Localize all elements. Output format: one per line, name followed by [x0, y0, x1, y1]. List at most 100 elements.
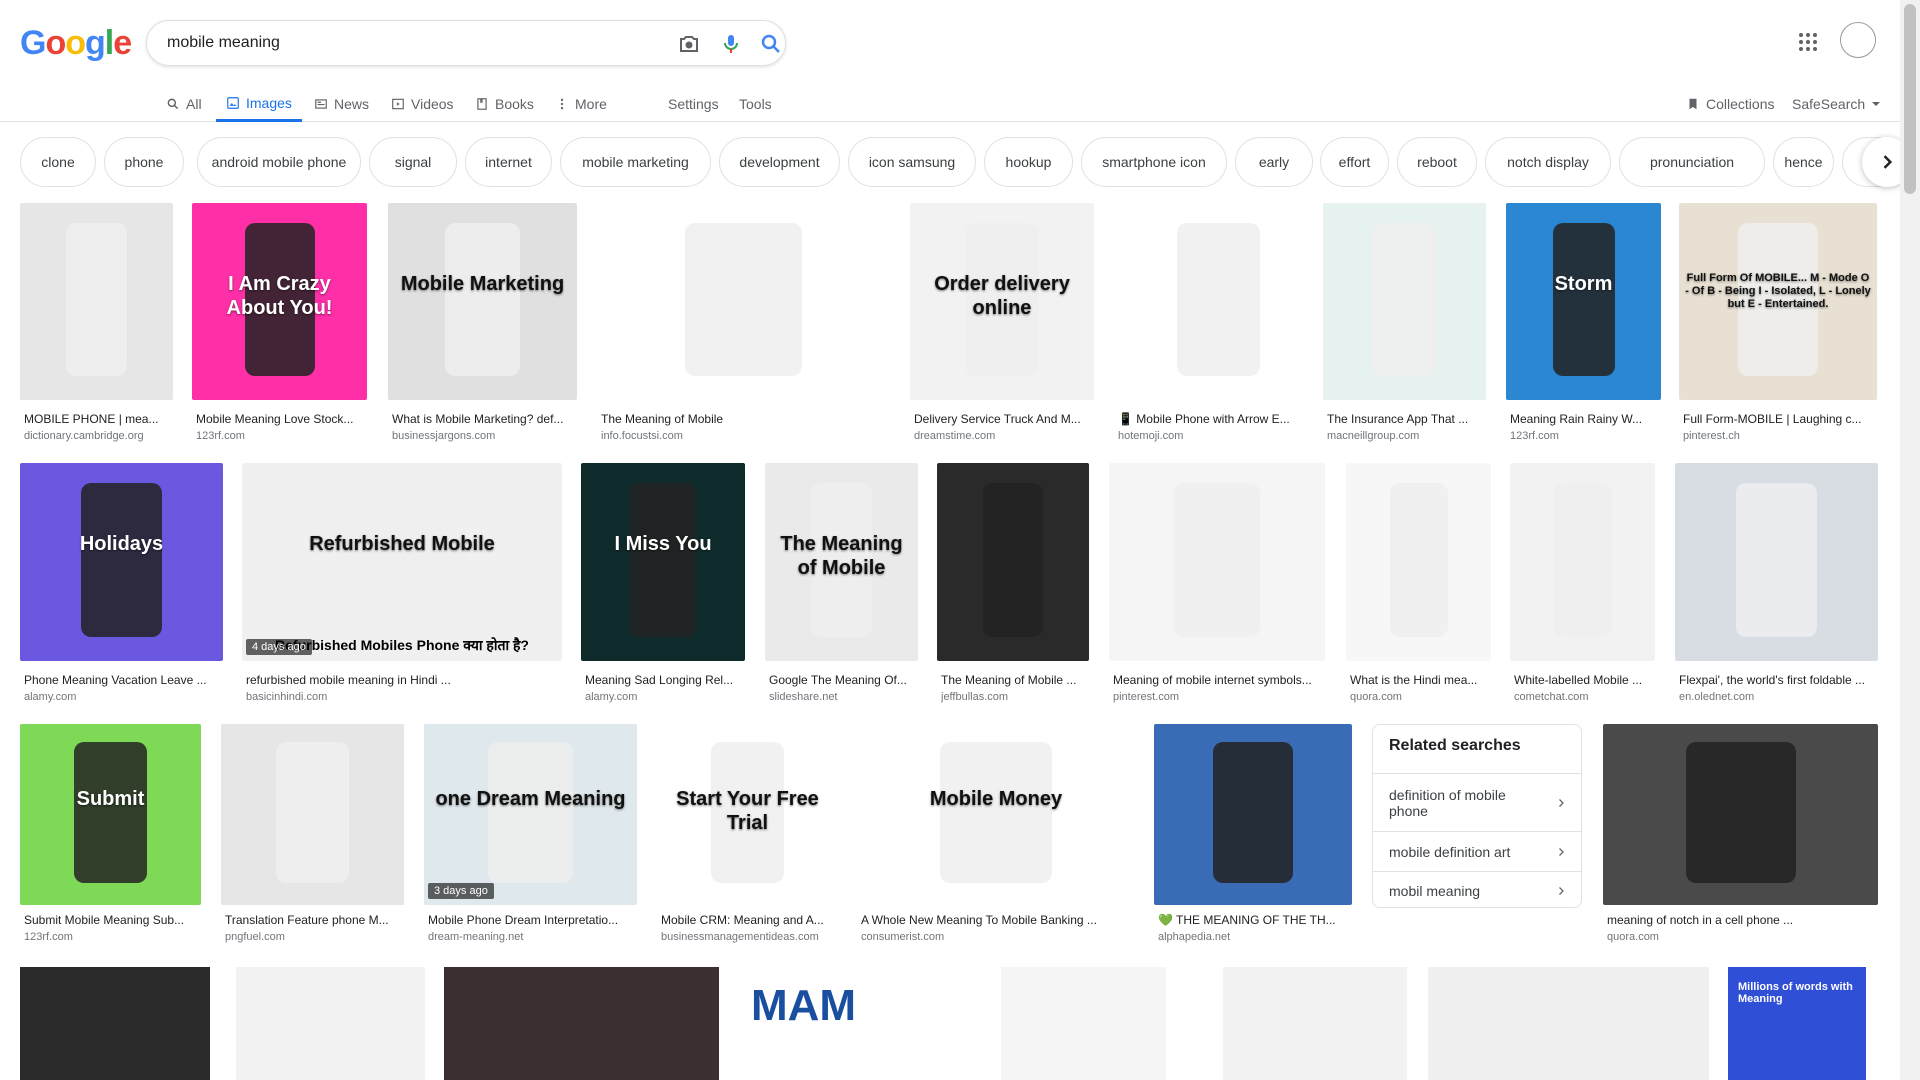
result-source[interactable]: info.focustsi.com: [601, 430, 886, 442]
result-thumbnail[interactable]: Order delivery online: [910, 203, 1094, 400]
image-result[interactable]: 💚 THE MEANING OF THE TH... alphapedia.net: [1154, 724, 1352, 947]
result-thumbnail[interactable]: [20, 203, 173, 400]
result-caption[interactable]: Meaning Sad Longing Rel...: [585, 673, 741, 687]
image-result[interactable]: MAM: [741, 967, 981, 1080]
result-caption[interactable]: Delivery Service Truck And M...: [914, 412, 1090, 426]
result-thumbnail[interactable]: [597, 203, 890, 400]
tab-videos[interactable]: Videos: [391, 86, 454, 122]
result-source[interactable]: alphapedia.net: [1158, 931, 1348, 943]
tab-news[interactable]: News: [314, 86, 369, 122]
result-thumbnail[interactable]: [1114, 203, 1323, 400]
image-result[interactable]: Mobile Money A Whole New Meaning To Mobil…: [857, 724, 1135, 947]
image-result[interactable]: I Am Crazy About You! Mobile Meaning Love…: [192, 203, 367, 446]
suggestion-chip[interactable]: icon samsung: [848, 137, 976, 187]
suggestion-chip[interactable]: mobile marketing: [560, 137, 711, 187]
result-caption[interactable]: Phone Meaning Vacation Leave ...: [24, 673, 219, 687]
result-thumbnail[interactable]: [1109, 463, 1325, 661]
settings-link[interactable]: Settings: [668, 86, 719, 122]
tools-link[interactable]: Tools: [739, 86, 772, 122]
image-result[interactable]: Refurbished Mobile Refurbished Mobiles Ph…: [242, 463, 562, 707]
image-result[interactable]: Flexpai', the world's first foldable ...…: [1675, 463, 1878, 707]
result-thumbnail[interactable]: Refurbished Mobile Refurbished Mobiles Ph…: [242, 463, 562, 661]
suggestion-chip[interactable]: effort: [1320, 137, 1389, 187]
tab-books[interactable]: Books: [475, 86, 534, 122]
image-result[interactable]: Submit Submit Mobile Meaning Sub... 123rf.…: [20, 724, 201, 947]
result-caption[interactable]: What is the Hindi mea...: [1350, 673, 1487, 687]
result-thumbnail[interactable]: Submit: [20, 724, 201, 905]
image-result[interactable]: Holidays Phone Meaning Vacation Leave ...…: [20, 463, 223, 707]
google-logo[interactable]: Google: [20, 24, 132, 63]
tab-images[interactable]: Images: [216, 86, 302, 122]
result-caption[interactable]: 💚 THE MEANING OF THE TH...: [1158, 913, 1348, 927]
image-result[interactable]: [1428, 967, 1709, 1080]
result-thumbnail[interactable]: [937, 463, 1089, 661]
result-source[interactable]: hotemoji.com: [1118, 430, 1319, 442]
image-result[interactable]: [236, 967, 425, 1080]
suggestion-chip[interactable]: early: [1235, 137, 1313, 187]
result-caption[interactable]: Meaning Rain Rainy W...: [1510, 412, 1657, 426]
result-caption[interactable]: Google The Meaning Of...: [769, 673, 914, 687]
result-thumbnail[interactable]: [1510, 463, 1655, 661]
result-source[interactable]: dreamstime.com: [914, 430, 1090, 442]
result-thumbnail[interactable]: [1323, 203, 1486, 400]
result-thumbnail[interactable]: I Am Crazy About You!: [192, 203, 367, 400]
suggestion-chip[interactable]: pronunciation: [1619, 137, 1765, 187]
result-source[interactable]: alamy.com: [585, 691, 741, 703]
image-result[interactable]: [20, 967, 210, 1080]
result-caption[interactable]: Mobile Phone Dream Interpretatio...: [428, 913, 633, 927]
result-source[interactable]: quora.com: [1350, 691, 1487, 703]
search-box[interactable]: [146, 20, 786, 66]
result-source[interactable]: 123rf.com: [196, 430, 363, 442]
scrollbar-thumb[interactable]: [1904, 4, 1916, 194]
suggestion-chip[interactable]: notch display: [1485, 137, 1611, 187]
search-input[interactable]: [167, 32, 667, 54]
result-source[interactable]: jeffbullas.com: [941, 691, 1085, 703]
result-source[interactable]: alamy.com: [24, 691, 219, 703]
image-result[interactable]: 📱 Mobile Phone with Arrow E... hotemoji.c…: [1114, 203, 1323, 446]
apps-grid-icon[interactable]: [1796, 30, 1820, 54]
result-source[interactable]: 123rf.com: [1510, 430, 1657, 442]
image-result[interactable]: The Insurance App That ... macneillgroup.…: [1323, 203, 1486, 446]
result-thumbnail[interactable]: The Meaning of Mobile: [765, 463, 918, 661]
result-caption[interactable]: Flexpai', the world's first foldable ...: [1679, 673, 1874, 687]
result-thumbnail[interactable]: [1675, 463, 1878, 661]
suggestion-chip[interactable]: internet: [465, 137, 552, 187]
result-caption[interactable]: The Meaning of Mobile ...: [941, 673, 1085, 687]
result-caption[interactable]: What is Mobile Marketing? def...: [392, 412, 573, 426]
image-result[interactable]: What is the Hindi mea... quora.com: [1346, 463, 1491, 707]
image-result[interactable]: Translation Feature phone M... pngfuel.co…: [221, 724, 404, 947]
result-caption[interactable]: refurbished mobile meaning in Hindi ...: [246, 673, 558, 687]
tab-more[interactable]: More: [555, 86, 607, 122]
image-result[interactable]: The Meaning of Mobile info.focustsi.com: [597, 203, 890, 446]
image-result[interactable]: The Meaning of Mobile ... jeffbullas.com: [937, 463, 1089, 707]
image-result[interactable]: one Dream Meaning 3 days ago Mobile Phone …: [424, 724, 637, 947]
camera-icon[interactable]: [677, 32, 701, 56]
scrollbar[interactable]: [1900, 0, 1920, 1080]
result-caption[interactable]: meaning of notch in a cell phone ...: [1607, 913, 1874, 927]
result-caption[interactable]: 📱 Mobile Phone with Arrow E...: [1118, 412, 1319, 426]
result-source[interactable]: cometchat.com: [1514, 691, 1651, 703]
result-thumbnail[interactable]: Mobile Marketing: [388, 203, 577, 400]
tab-all[interactable]: All: [166, 86, 202, 122]
related-item[interactable]: definition of mobile phone: [1373, 773, 1581, 831]
image-result[interactable]: MOBILE PHONE | mea... dictionary.cambridg…: [20, 203, 173, 446]
result-thumbnail[interactable]: Holidays: [20, 463, 223, 661]
result-thumbnail[interactable]: Full Form Of MOBILE... M - Mode O - Of B…: [1679, 203, 1877, 400]
result-thumbnail[interactable]: Storm: [1506, 203, 1661, 400]
result-source[interactable]: quora.com: [1607, 931, 1874, 943]
result-caption[interactable]: White-labelled Mobile ...: [1514, 673, 1651, 687]
search-icon[interactable]: [759, 32, 783, 56]
result-caption[interactable]: The Insurance App That ...: [1327, 412, 1482, 426]
result-thumbnail[interactable]: one Dream Meaning 3 days ago: [424, 724, 637, 905]
result-caption[interactable]: Full Form-MOBILE | Laughing c...: [1683, 412, 1873, 426]
result-source[interactable]: consumerist.com: [861, 931, 1131, 943]
result-source[interactable]: pinterest.com: [1113, 691, 1321, 703]
result-source[interactable]: dictionary.cambridge.org: [24, 430, 169, 442]
result-source[interactable]: macneillgroup.com: [1327, 430, 1482, 442]
result-thumbnail[interactable]: Mobile Money: [857, 724, 1135, 905]
result-caption[interactable]: Meaning of mobile internet symbols...: [1113, 673, 1321, 687]
suggestion-chip[interactable]: hookup: [984, 137, 1073, 187]
suggestion-chip[interactable]: hence: [1773, 137, 1834, 187]
suggestion-chip[interactable]: phone: [104, 137, 184, 187]
collections-link[interactable]: Collections: [1686, 86, 1774, 122]
